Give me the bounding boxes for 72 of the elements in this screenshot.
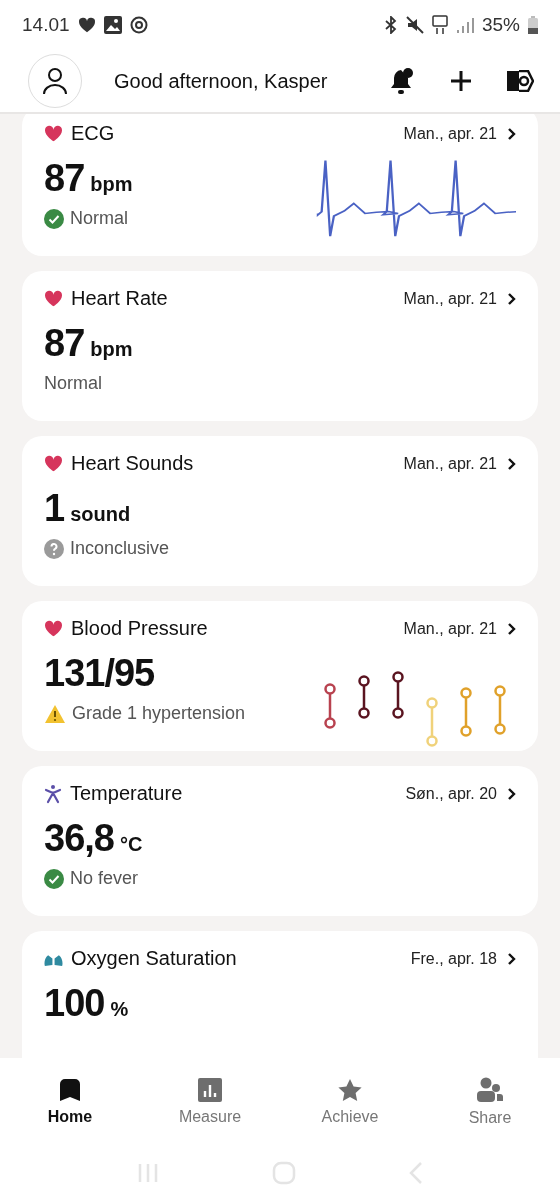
measurement-unit: bpm — [90, 173, 133, 196]
check-icon — [44, 208, 64, 229]
nav-tab[interactable]: Share — [420, 1058, 560, 1145]
measurement-unit: % — [110, 998, 129, 1021]
chevron-right-icon — [507, 291, 516, 306]
chart-icon — [198, 1077, 222, 1102]
measurement-value: 87 — [44, 322, 85, 365]
bell-icon — [390, 67, 416, 95]
figure-icon — [44, 783, 62, 804]
network-icon — [431, 15, 448, 35]
chevron-right-icon — [507, 621, 516, 636]
signal-icon — [455, 16, 474, 34]
watch-icon — [506, 70, 534, 92]
question-icon — [44, 538, 64, 559]
status-time: 14.01 — [22, 14, 70, 36]
card-title: Oxygen Saturation — [71, 947, 238, 970]
date-link[interactable]: Fre., apr. 18 — [410, 949, 516, 968]
measurement-value: 36,8 — [44, 817, 114, 860]
measurement-card[interactable]: Heart Sounds Man., apr. 21 1 sound Inconclusive — [22, 436, 538, 586]
status-text: Normal — [44, 373, 102, 394]
measurement-value: 131/95 — [44, 652, 155, 695]
measurement-value: 1 — [44, 487, 65, 530]
mute-icon — [405, 16, 424, 34]
sync-icon — [129, 16, 148, 34]
date-link[interactable]: Man., apr. 21 — [403, 619, 516, 638]
measurement-card[interactable]: Oxygen Saturation Fre., apr. 18 100% — [22, 931, 538, 1058]
bluetooth-icon — [383, 16, 398, 34]
measurement-card[interactable]: Temperature Søn., apr. 20 36,8°C No fever — [22, 766, 538, 916]
heart-icon — [77, 17, 96, 33]
date-link[interactable]: Søn., apr. 20 — [405, 784, 516, 803]
status-text: No fever — [70, 868, 139, 889]
measurement-card[interactable]: Heart Rate Man., apr. 21 87 bpm Normal — [22, 271, 538, 421]
measurement-value: 100 — [44, 982, 105, 1025]
card-title: Temperature — [70, 782, 184, 805]
status-text: Inconclusive — [70, 538, 170, 559]
people-icon — [476, 1076, 504, 1103]
heart-icon — [44, 620, 63, 637]
battery-percent: 35% — [481, 14, 520, 36]
measurement-unit: sound — [70, 503, 131, 526]
card-title: ECG — [71, 122, 116, 145]
check-icon — [44, 868, 64, 889]
status-text: Grade 1 hypertension — [72, 703, 246, 724]
chevron-right-icon — [507, 951, 516, 966]
heart-icon — [44, 125, 63, 142]
nav-tab[interactable]: Measure — [140, 1058, 280, 1145]
heart-icon — [44, 455, 63, 472]
measurement-card[interactable]: Blood Pressure Man., apr. 21 131/95 Grade 1 hypertension — [22, 601, 538, 751]
star-icon — [337, 1077, 363, 1102]
greeting-text: Good afternoon, Kasper — [114, 69, 329, 93]
person-icon — [42, 67, 68, 95]
measurement-unit: bpm — [90, 338, 133, 361]
measurement-value: 87 — [44, 157, 85, 200]
card-title: Heart Rate — [71, 287, 169, 310]
nav-tab[interactable]: Achieve — [280, 1058, 420, 1145]
measurement-unit: °C — [119, 833, 143, 856]
status-text: Normal — [70, 208, 128, 229]
heart-icon — [44, 290, 63, 307]
image-icon — [103, 16, 122, 34]
date-link[interactable]: Man., apr. 21 — [403, 289, 516, 308]
date-link[interactable]: Man., apr. 21 — [403, 454, 516, 473]
measurement-card[interactable]: ECG Man., apr. 21 87 bpm Normal — [22, 114, 538, 256]
chevron-right-icon — [507, 456, 516, 471]
battery-icon — [528, 16, 538, 34]
nav-tab[interactable]: Home — [0, 1058, 140, 1145]
date-link[interactable]: Man., apr. 21 — [403, 124, 516, 143]
chevron-right-icon — [507, 126, 516, 141]
home-icon — [59, 1077, 81, 1102]
card-title: Blood Pressure — [71, 617, 209, 640]
plus-icon — [450, 70, 472, 92]
card-title: Heart Sounds — [71, 452, 195, 475]
chevron-right-icon — [507, 786, 516, 801]
warning-icon — [44, 703, 66, 724]
